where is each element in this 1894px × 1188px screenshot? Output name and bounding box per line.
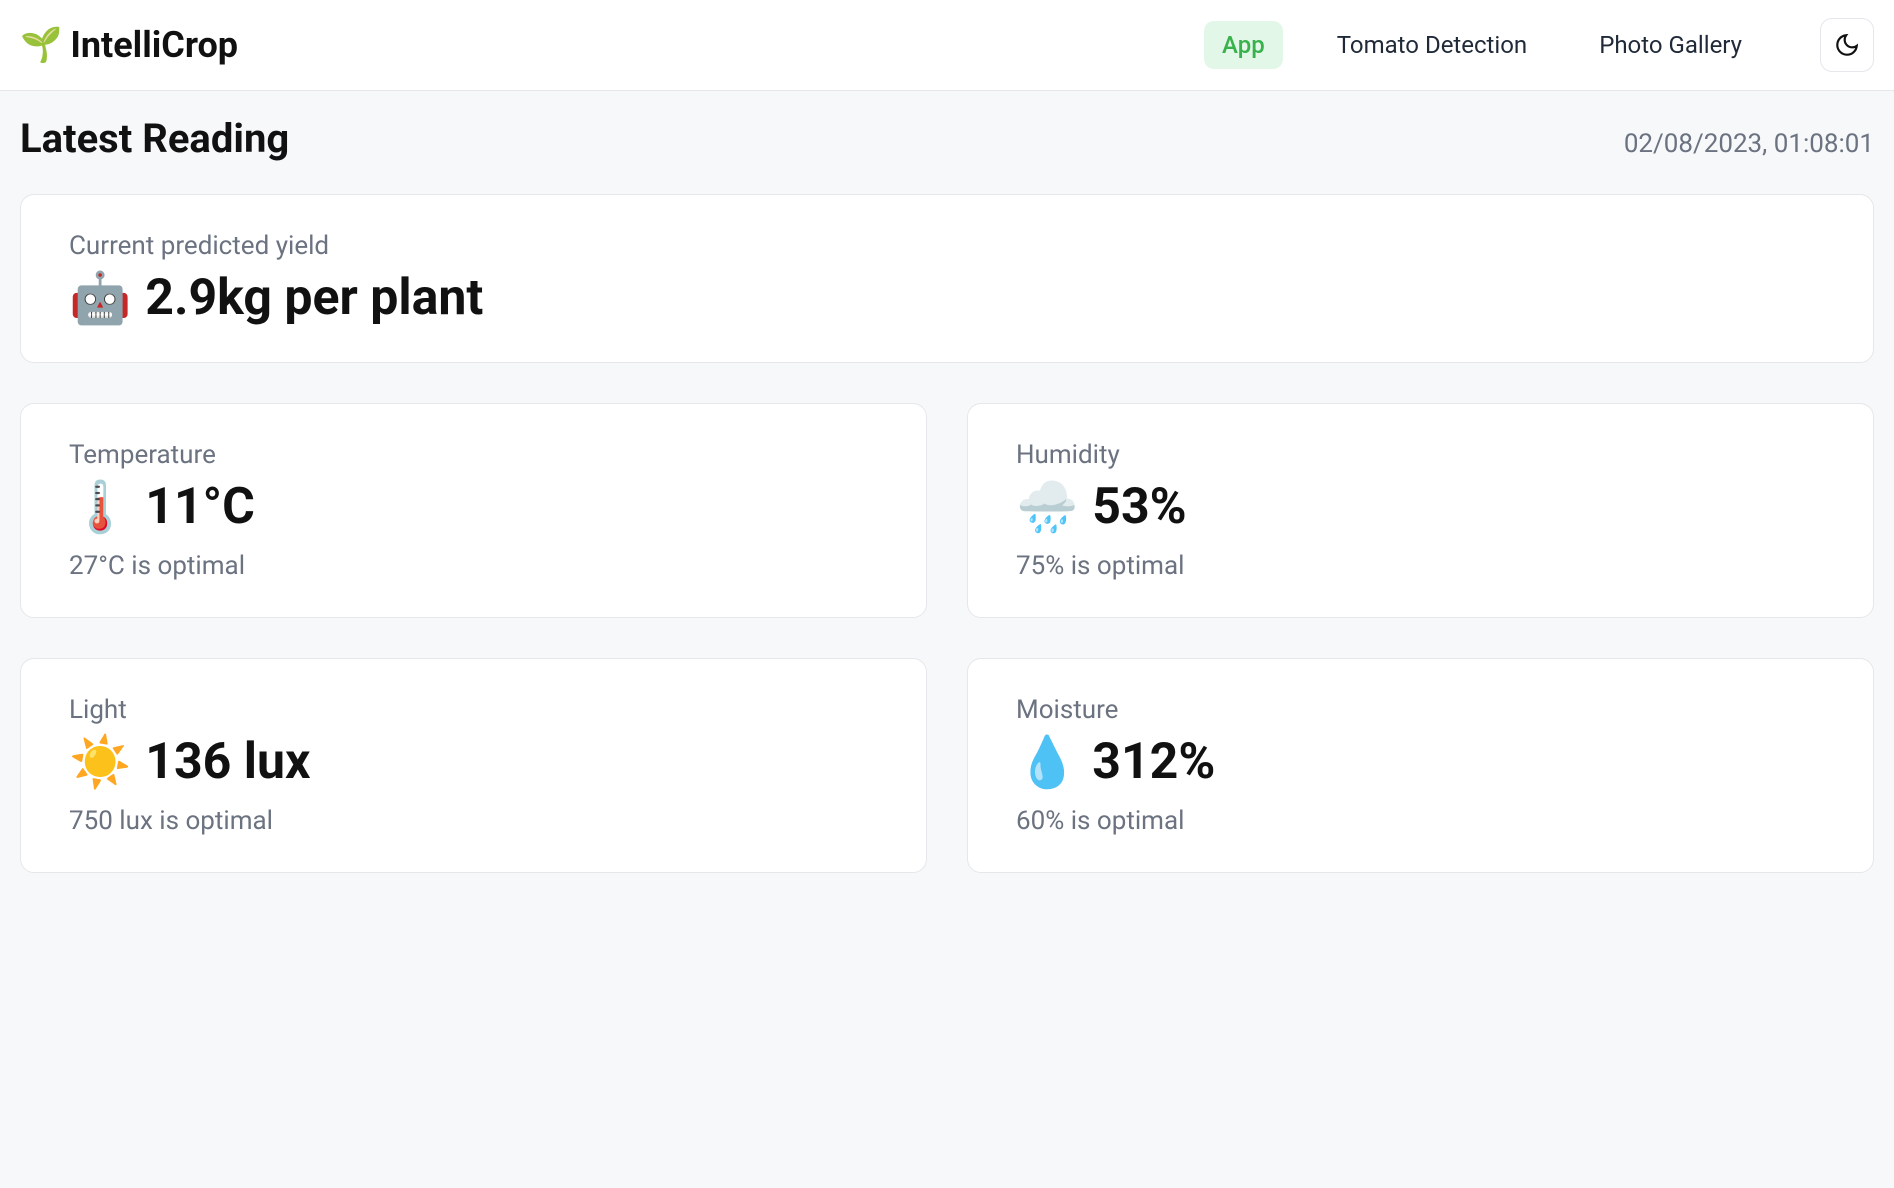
- yield-value-row: 🤖 2.9kg per plant: [69, 271, 1825, 326]
- sun-icon: ☀️: [69, 738, 131, 788]
- moisture-optimal: 60% is optimal: [1016, 806, 1825, 836]
- humidity-optimal: 75% is optimal: [1016, 551, 1825, 581]
- light-value: 136 lux: [145, 735, 310, 790]
- rain-icon: 🌧️: [1016, 483, 1078, 533]
- temperature-value-row: 🌡️ 11°C: [69, 480, 878, 535]
- moon-icon: [1834, 32, 1860, 58]
- robot-icon: 🤖: [69, 274, 131, 324]
- moisture-card: Moisture 💧 312% 60% is optimal: [967, 658, 1874, 873]
- yield-label: Current predicted yield: [69, 231, 1825, 261]
- metrics-grid: Temperature 🌡️ 11°C 27°C is optimal Humi…: [20, 403, 1874, 873]
- brand-name: IntelliCrop: [70, 24, 238, 66]
- reading-timestamp: 02/08/2023, 01:08:01: [1624, 129, 1874, 159]
- section-header: Latest Reading 02/08/2023, 01:08:01: [20, 115, 1874, 162]
- main-nav: App Tomato Detection Photo Gallery: [1204, 18, 1874, 72]
- temperature-value: 11°C: [145, 480, 255, 535]
- humidity-value-row: 🌧️ 53%: [1016, 480, 1825, 535]
- light-optimal: 750 lux is optimal: [69, 806, 878, 836]
- light-label: Light: [69, 695, 878, 725]
- main-content: Latest Reading 02/08/2023, 01:08:01 Curr…: [0, 91, 1894, 897]
- yield-value: 2.9kg per plant: [145, 271, 483, 326]
- moisture-value-row: 💧 312%: [1016, 735, 1825, 790]
- nav-link-app[interactable]: App: [1204, 21, 1283, 69]
- nav-link-tomato-detection[interactable]: Tomato Detection: [1319, 21, 1545, 69]
- moisture-label: Moisture: [1016, 695, 1825, 725]
- temperature-card: Temperature 🌡️ 11°C 27°C is optimal: [20, 403, 927, 618]
- theme-toggle-button[interactable]: [1820, 18, 1874, 72]
- temperature-optimal: 27°C is optimal: [69, 551, 878, 581]
- humidity-card: Humidity 🌧️ 53% 75% is optimal: [967, 403, 1874, 618]
- seedling-icon: 🌱: [20, 28, 62, 62]
- humidity-value: 53%: [1092, 480, 1186, 535]
- nav-link-photo-gallery[interactable]: Photo Gallery: [1581, 21, 1760, 69]
- droplet-icon: 💧: [1016, 738, 1078, 788]
- humidity-label: Humidity: [1016, 440, 1825, 470]
- brand[interactable]: 🌱 IntelliCrop: [20, 24, 238, 66]
- yield-card: Current predicted yield 🤖 2.9kg per plan…: [20, 194, 1874, 363]
- temperature-label: Temperature: [69, 440, 878, 470]
- thermometer-icon: 🌡️: [69, 483, 131, 533]
- section-title: Latest Reading: [20, 115, 289, 162]
- moisture-value: 312%: [1092, 735, 1215, 790]
- light-card: Light ☀️ 136 lux 750 lux is optimal: [20, 658, 927, 873]
- light-value-row: ☀️ 136 lux: [69, 735, 878, 790]
- app-header: 🌱 IntelliCrop App Tomato Detection Photo…: [0, 0, 1894, 91]
